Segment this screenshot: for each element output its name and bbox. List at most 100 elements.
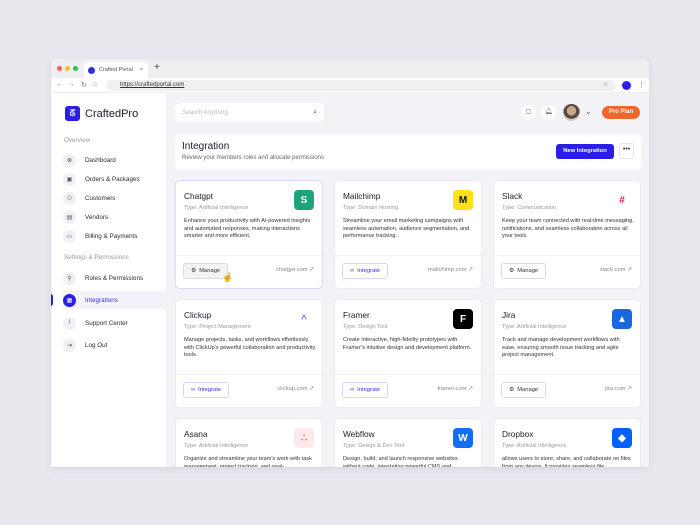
- reload-icon[interactable]: ↻: [81, 81, 87, 89]
- manage-button[interactable]: ⚙ Manage: [501, 263, 547, 279]
- slack-logo-icon: #: [612, 190, 632, 210]
- integrate-button[interactable]: ∞ Integrate: [342, 263, 389, 279]
- button-label: Manage: [517, 268, 539, 274]
- nav-label: Roles & Permissions: [85, 274, 144, 282]
- manage-button[interactable]: ⚙ Manage: [501, 382, 547, 398]
- link-icon: ∞: [350, 268, 355, 274]
- bookmark-star-icon[interactable]: ☆: [603, 81, 608, 88]
- nav-label: Integrations: [85, 296, 118, 304]
- button-label: Integrate: [198, 387, 222, 393]
- integration-card-framer: Framer Type: Design Tool Create interact…: [334, 299, 482, 408]
- home-icon[interactable]: ⌂: [93, 81, 97, 88]
- page-subtitle: Review your members roles and allocate p…: [182, 155, 325, 161]
- favicon-icon: [88, 66, 95, 74]
- nav-label: Customers: [85, 194, 116, 202]
- messages-icon[interactable]: ▢: [521, 105, 536, 120]
- sidebar-item-vendors[interactable]: ▤ Vendors: [63, 208, 166, 226]
- card-type: Type: Domain Hosting: [343, 205, 399, 211]
- sidebar-item-integrations[interactable]: ▦ Integrations: [63, 291, 166, 309]
- minimize-window-button[interactable]: [65, 66, 70, 71]
- browser-menu-icon[interactable]: ⋮: [638, 81, 645, 89]
- card-title: Chatgpt: [184, 191, 214, 201]
- browser-tab[interactable]: Crafted Portal ×: [84, 62, 148, 78]
- gear-icon: ⚙: [509, 387, 515, 393]
- more-options-button[interactable]: •••: [619, 143, 634, 159]
- sidebar-item-support[interactable]: ! Support Center: [63, 314, 166, 332]
- bell-icon[interactable]: 🔔︎: [541, 105, 556, 120]
- integrations-icon: ▦: [63, 293, 76, 307]
- website-link[interactable]: chatgpt.com ↗: [276, 267, 314, 273]
- link-text: framer.com: [437, 386, 467, 392]
- package-icon: ▣: [63, 172, 76, 186]
- sidebar-item-customers[interactable]: ⚇ Customers: [63, 189, 166, 207]
- card-title: Mailchimp: [343, 191, 381, 201]
- integrate-button[interactable]: ∞ Integrate: [183, 382, 230, 398]
- sidebar: ᘔ CraftedPro Overview ⊗ Dashboard ▣ Orders …: [51, 93, 166, 467]
- website-link[interactable]: slack.com ↗: [600, 267, 632, 273]
- profile-icon[interactable]: [622, 81, 631, 90]
- link-text: chatgpt.com: [275, 267, 308, 273]
- card-divider: [176, 374, 322, 375]
- framer-logo-icon: F: [453, 309, 473, 329]
- sidebar-item-roles[interactable]: ⚲ Roles & Permissions: [63, 269, 166, 287]
- new-integration-button[interactable]: New Integration: [556, 144, 614, 159]
- website-link[interactable]: jira.com ↗: [605, 386, 632, 392]
- avatar[interactable]: [563, 104, 580, 121]
- sidebar-item-orders[interactable]: ▣ Orders & Packages: [63, 170, 166, 188]
- close-tab-icon[interactable]: ×: [140, 67, 143, 73]
- nav-label: Support Center: [85, 319, 128, 327]
- webflow-logo-icon: W: [453, 428, 473, 448]
- section-settings: Settings & Permissions: [64, 254, 129, 261]
- sidebar-item-billing[interactable]: ▭ Billing & Payments: [63, 227, 166, 245]
- integrate-button[interactable]: ∞ Integrate: [342, 382, 389, 398]
- card-type: Type: Communication: [502, 205, 557, 211]
- chevron-down-icon[interactable]: ⌄: [585, 107, 592, 116]
- sidebar-item-logout[interactable]: ⇥ Log Out: [63, 336, 166, 354]
- card-divider: [494, 255, 640, 256]
- nav-label: Log Out: [85, 341, 108, 349]
- forward-icon[interactable]: →: [68, 81, 75, 88]
- hand-cursor-icon: ☝: [222, 272, 234, 282]
- card-title: Slack: [502, 191, 523, 201]
- card-type: Type: Artificial Intelligence: [184, 205, 249, 211]
- website-link[interactable]: clickup.com ↗: [277, 386, 314, 392]
- brand-logo[interactable]: ᘔ CraftedPro: [65, 106, 138, 121]
- button-label: Manage: [517, 387, 539, 393]
- logout-icon: ⇥: [63, 338, 76, 352]
- card-title: Clickup: [184, 310, 212, 320]
- website-link[interactable]: mailchimp.com ↗: [428, 267, 473, 273]
- close-window-button[interactable]: [57, 66, 62, 71]
- nav-label: Orders & Packages: [85, 175, 140, 183]
- button-label: Integrate: [357, 387, 381, 393]
- external-link-icon: ↗: [309, 267, 314, 273]
- card-type: Type: Design & Dev Tool: [343, 443, 405, 449]
- asana-logo-icon: ∴: [294, 428, 314, 448]
- brand-name: CraftedPro: [85, 107, 139, 120]
- mailchimp-logo-icon: M: [453, 190, 473, 210]
- search-input[interactable]: Search Anything ⌕: [175, 103, 324, 122]
- card-description: Design, build, and launch responsive web…: [343, 456, 458, 467]
- pro-plan-button[interactable]: Pro Plan: [602, 106, 640, 119]
- external-link-icon: ↗: [468, 386, 473, 392]
- url-input[interactable]: https://craftedportal.com: [106, 80, 616, 91]
- integration-card-webflow: Webflow Type: Design & Dev Tool Design, …: [334, 418, 482, 467]
- card-title: Asana: [184, 429, 208, 439]
- search-placeholder: Search Anything: [182, 109, 228, 116]
- vendors-icon: ▤: [63, 210, 76, 224]
- back-icon[interactable]: ←: [56, 81, 63, 88]
- nav-label: Dashboard: [85, 156, 116, 164]
- maximize-window-button[interactable]: [73, 66, 78, 71]
- sidebar-item-dashboard[interactable]: ⊗ Dashboard: [63, 151, 166, 169]
- card-description: Manage projects, tasks, and workflows ef…: [184, 337, 316, 359]
- button-label: Integrate: [357, 268, 381, 274]
- integration-card-dropbox: Dropbox Type: Artificial Intelligence al…: [493, 418, 641, 467]
- integration-card-mailchimp: Mailchimp Type: Domain Hosting Streamlin…: [334, 180, 482, 289]
- website-link[interactable]: framer.com ↗: [438, 386, 473, 392]
- card-title: Framer: [343, 310, 370, 320]
- jira-logo-icon: ▲: [612, 309, 632, 329]
- search-icon[interactable]: ⌕: [313, 103, 317, 122]
- new-tab-button[interactable]: +: [154, 62, 160, 73]
- logo-icon: ᘔ: [65, 106, 80, 121]
- card-description: Enhance your productivity with AI-powere…: [184, 218, 311, 240]
- integration-card-slack: Slack Type: Communication Keep your team…: [493, 180, 641, 289]
